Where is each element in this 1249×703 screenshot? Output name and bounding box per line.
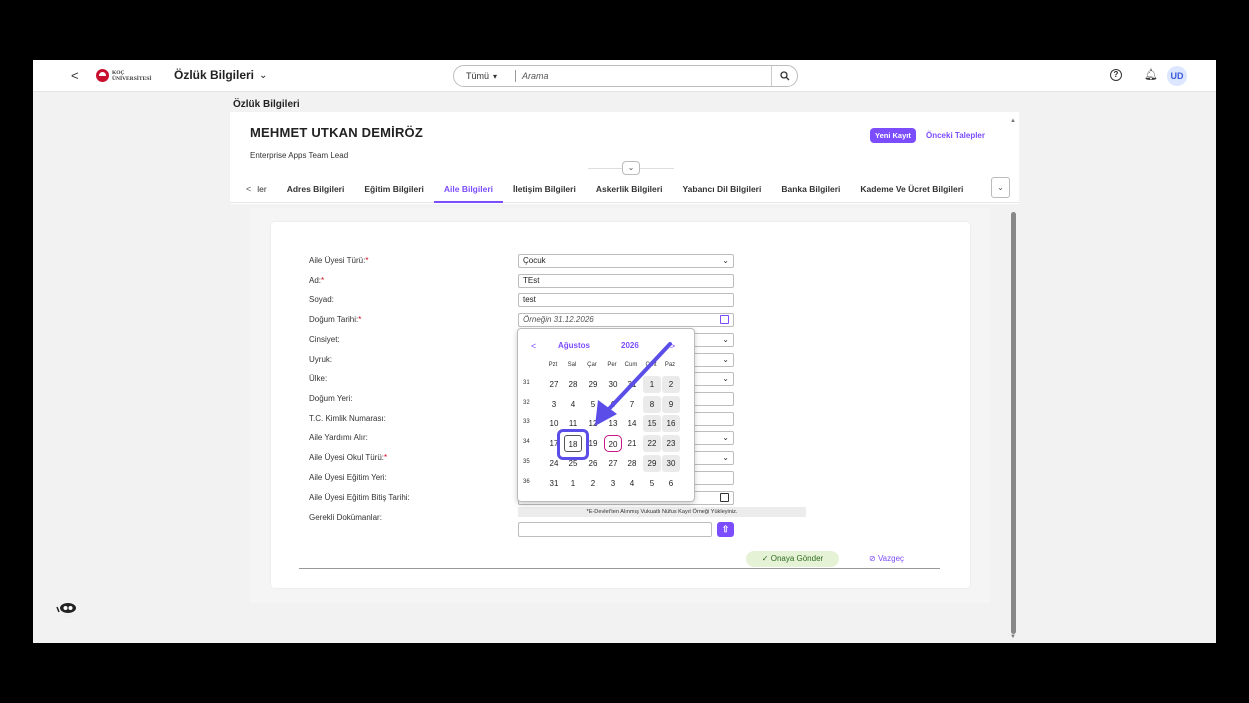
annotation-arrow-icon	[595, 342, 672, 426]
app-screen: < KOÇ ÜNİVERSİTESİ Özlük Bilgileri ⌄ Tümü…	[33, 60, 1216, 643]
